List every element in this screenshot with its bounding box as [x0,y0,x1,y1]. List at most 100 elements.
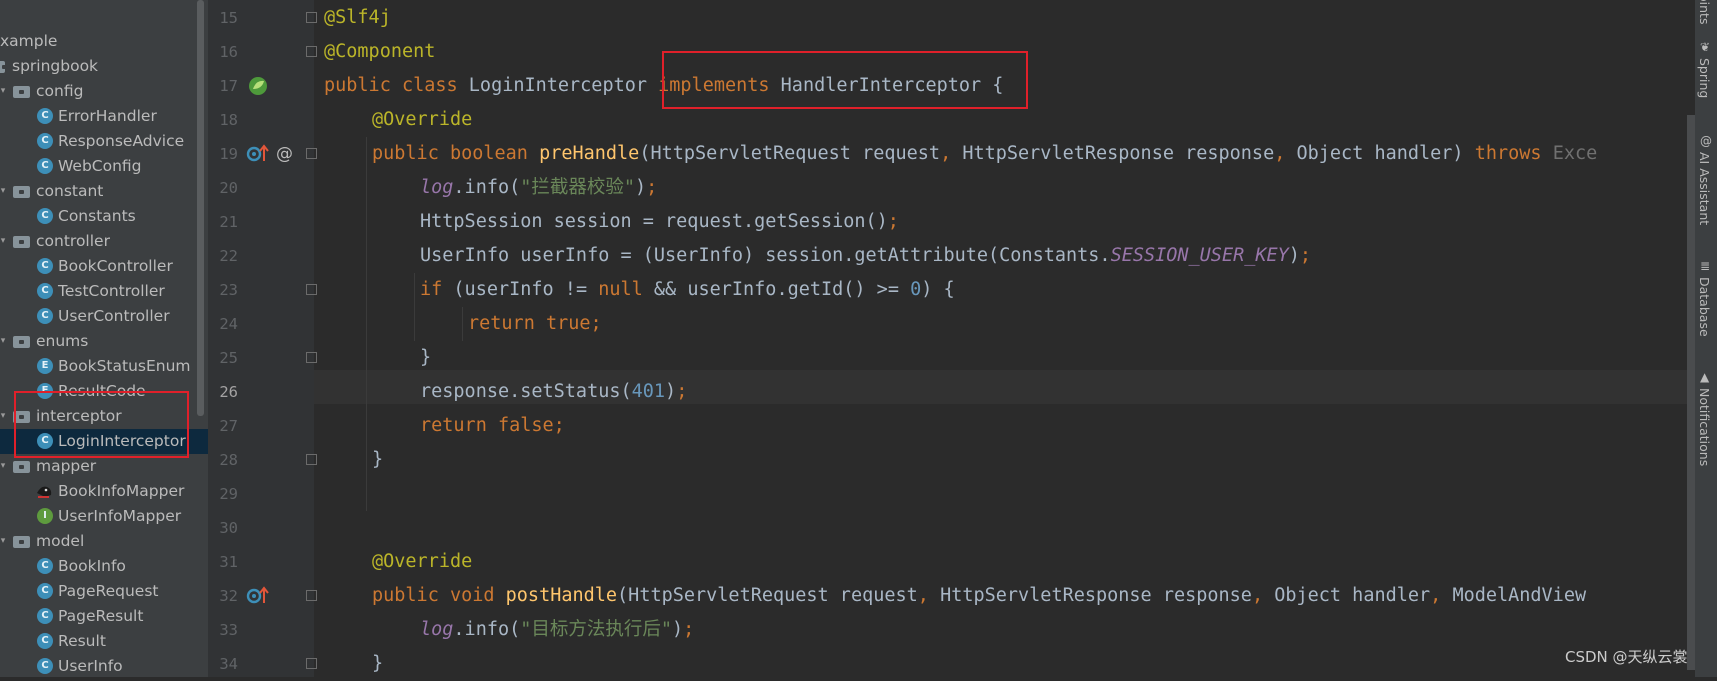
code-token: Object handler [1274,585,1431,606]
class-icon: C [37,633,53,649]
code-token: HttpSession session = request.getSession… [420,211,888,232]
code-line-33: log.info("目标方法执行后"); [420,613,694,647]
code-token: , [917,585,941,606]
tree-item-label: UserInfoMapper [58,507,182,525]
tree-item-usercontroller[interactable]: C UserController [0,304,208,329]
code-token: 401 [631,381,666,402]
bell-icon[interactable]: ▲ [1700,370,1712,384]
line-number: 18 [219,111,238,129]
tree-item-bookinfomapper[interactable]: BookInfoMapper [0,479,208,504]
tree-item-constants[interactable]: C Constants [0,204,208,229]
tree-item-label: WebConfig [58,157,142,175]
tree-item-testcontroller[interactable]: C TestController [0,279,208,304]
tree-item-bookstatusenum[interactable]: E BookStatusEnum [0,354,208,379]
code-token: "目标方法执行后" [520,619,673,640]
expand-arrow-icon[interactable]: ▾ [0,454,9,479]
expand-arrow-icon[interactable]: ▾ [0,229,9,254]
tree-item-springbook[interactable]: springbook [0,54,208,79]
project-tree-scrollbar[interactable] [197,0,204,416]
code-token: 0 [910,279,922,300]
code-token: ; [683,619,695,640]
tool-tab-notifications[interactable]: Notifications [1697,388,1712,466]
tree-item-bookinfo[interactable]: C BookInfo [0,554,208,579]
code-line-26: response.setStatus(401); [420,375,687,409]
line-number: 29 [219,485,238,503]
line-number: 31 [219,553,238,571]
expand-arrow-icon[interactable]: ▾ [0,404,9,429]
code-line-24: return true; [468,307,602,341]
code-token: if [420,279,454,300]
module-icon [0,61,7,73]
line-number: 24 [219,315,238,333]
code-token: ; [646,177,658,198]
tree-item-pageresult[interactable]: C PageResult [0,604,208,629]
code-token: return true; [468,313,602,334]
tree-item-pagerequest[interactable]: C PageRequest [0,579,208,604]
tree-item-userinfo[interactable]: C UserInfo [0,654,208,677]
class-icon: C [37,108,53,124]
tool-tab-oints[interactable]: oints [1697,0,1712,24]
mybatis-mapper-icon [37,486,52,498]
code-token: public class [324,75,458,96]
expand-arrow-icon[interactable]: ▾ [0,529,9,554]
watermark: CSDN @天纵云裳 [1565,648,1688,666]
override-method-icon[interactable] [246,143,270,163]
tree-item-controller[interactable]: ▾ controller [0,229,208,254]
tree-item-userinfomapper[interactable]: I UserInfoMapper [0,504,208,529]
tree-item-enums[interactable]: ▾ enums [0,329,208,354]
code-token: ) [672,619,684,640]
tree-item-responseadvice[interactable]: C ResponseAdvice [0,129,208,154]
code-token: return false; [420,415,565,436]
code-token: ) [635,177,647,198]
line-number: 28 [219,451,238,469]
code-token: , [1430,585,1453,606]
code-token: public boolean [372,143,540,164]
indent-guide [414,273,415,341]
tree-item-webconfig[interactable]: C WebConfig [0,154,208,179]
tool-tab-ai-assistant[interactable]: AI Assistant [1697,152,1712,225]
code-line-28: } [372,443,383,477]
class-icon: C [37,158,53,174]
line-number: 20 [219,179,238,197]
code-token: log [420,177,454,198]
code-token: @Override [372,109,473,130]
database-icon[interactable]: ≣ [1700,259,1712,273]
tree-item-xample[interactable]: xample [0,29,208,54]
spring-leaf-icon[interactable]: ❦ [1700,40,1712,54]
editor-scrollbar[interactable] [1687,115,1695,670]
highlight-box-interceptor [14,391,189,458]
annotation-at-icon[interactable]: @ [274,143,294,164]
spring-bean-icon[interactable] [247,75,269,95]
tree-item-errorhandler[interactable]: C ErrorHandler [0,104,208,129]
svg-text:@: @ [276,144,293,163]
tree-item-config[interactable]: ▾ config [0,79,208,104]
line-number: 17 [219,77,238,95]
code-token: (HttpServletRequest request [617,585,918,606]
expand-arrow-icon[interactable]: ▾ [0,179,9,204]
override-method-icon[interactable] [246,585,270,605]
tool-tab-database[interactable]: Database [1697,277,1712,337]
tree-item-label: BookController [58,257,173,275]
class-icon: C [37,208,53,224]
tree-item-label: xample [0,32,58,50]
code-token: } [420,347,432,368]
code-token: @Override [372,551,473,572]
tree-item-bookcontroller[interactable]: C BookController [0,254,208,279]
expand-arrow-icon[interactable]: ▾ [0,329,9,354]
code-line-19: public boolean preHandle(HttpServletRequ… [372,137,1597,171]
code-line-27: return false; [420,409,565,443]
expand-arrow-icon[interactable]: ▾ [0,79,9,104]
ai-assistant-icon[interactable]: @ [1700,134,1712,148]
tree-item-constant[interactable]: ▾ constant [0,179,208,204]
code-token: HttpServletResponse response [962,143,1275,164]
line-number: 22 [219,247,238,265]
tree-item-model[interactable]: ▾ model [0,529,208,554]
line-number: 33 [219,621,238,639]
code-line-22: UserInfo userInfo = (UserInfo) session.g… [420,239,1311,273]
code-token: log [420,619,454,640]
indent-guide [462,307,463,341]
line-number: 21 [219,213,238,231]
code-line-23: if (userInfo != null && userInfo.getId()… [420,273,955,307]
tool-tab-spring[interactable]: Spring [1697,58,1712,98]
tree-item-result[interactable]: C Result [0,629,208,654]
